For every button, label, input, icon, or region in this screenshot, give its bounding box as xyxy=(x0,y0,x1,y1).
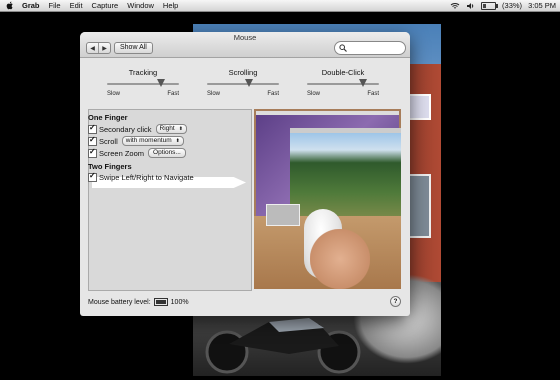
swipe-checkbox[interactable] xyxy=(88,171,97,182)
scrolling-label: Scrolling xyxy=(228,68,258,77)
popup-arrows-icon: ⬍ xyxy=(175,138,180,144)
menu-window[interactable]: Window xyxy=(127,1,154,10)
window-titlebar[interactable]: Mouse ◀ ▶ Show All xyxy=(80,32,410,58)
battery-status-icon[interactable] xyxy=(481,1,499,10)
menu-bar: Grab File Edit Capture Window Help (33%)… xyxy=(0,0,560,12)
search-field[interactable] xyxy=(334,41,406,55)
screen-zoom-row: Screen Zoom Options... xyxy=(88,147,186,158)
one-finger-heading: One Finger xyxy=(88,113,128,122)
secondary-click-checkbox[interactable] xyxy=(88,123,97,134)
swipe-label[interactable]: Swipe Left/Right to Navigate xyxy=(99,173,194,182)
scrolling-max: Fast xyxy=(267,91,279,97)
two-fingers-heading: Two Fingers xyxy=(88,162,132,171)
screen-zoom-label[interactable]: Screen Zoom xyxy=(99,149,144,158)
tracking-slider[interactable]: Tracking Slow Fast xyxy=(107,68,179,97)
mouse-preferences-window: Mouse ◀ ▶ Show All Tracking Slow Fast Scr… xyxy=(80,32,410,316)
popup-arrows-icon: ⬍ xyxy=(178,126,183,132)
scroll-row: Scroll with momentum⬍ xyxy=(88,135,184,146)
secondary-click-popup[interactable]: Right ⬍ xyxy=(155,124,187,134)
help-button[interactable]: ? xyxy=(390,296,401,307)
double-click-slider[interactable]: Double-Click Slow Fast xyxy=(307,68,379,97)
tracking-max: Fast xyxy=(167,91,179,97)
tracking-min: Slow xyxy=(107,91,121,97)
volume-icon[interactable] xyxy=(466,2,475,10)
mouse-battery-icon xyxy=(153,298,168,306)
scrolling-slider[interactable]: Scrolling Slow Fast xyxy=(207,68,279,97)
menu-file[interactable]: File xyxy=(49,1,61,10)
battery-percentage: (33%) xyxy=(502,1,523,10)
show-all-button[interactable]: Show All xyxy=(114,42,153,54)
scrolling-knob[interactable] xyxy=(245,79,253,87)
double-click-label: Double-Click xyxy=(321,68,365,77)
swipe-row: Swipe Left/Right to Navigate xyxy=(88,171,194,182)
menu-capture[interactable]: Capture xyxy=(92,1,119,10)
menu-help[interactable]: Help xyxy=(163,1,178,10)
wifi-icon[interactable] xyxy=(450,2,460,10)
gesture-preview-video xyxy=(254,109,401,289)
secondary-click-value: Right xyxy=(159,125,175,132)
mouse-battery-status: Mouse battery level: 100% xyxy=(88,298,189,306)
battery-value: 100% xyxy=(170,298,189,306)
scrolling-min: Slow xyxy=(207,91,221,97)
menu-app-name[interactable]: Grab xyxy=(22,1,40,10)
menu-clock[interactable]: 3:05 PM xyxy=(528,1,556,10)
apple-menu-icon[interactable] xyxy=(6,1,14,10)
menu-edit[interactable]: Edit xyxy=(70,1,83,10)
secondary-click-label[interactable]: Secondary click xyxy=(99,125,152,134)
scroll-checkbox[interactable] xyxy=(88,135,97,146)
scroll-value: with momentum xyxy=(125,137,172,144)
search-icon xyxy=(339,44,347,52)
double-click-max: Fast xyxy=(367,91,379,97)
battery-label: Mouse battery level: xyxy=(88,298,151,306)
scroll-popup[interactable]: with momentum ⬍ xyxy=(121,136,184,146)
tracking-knob[interactable] xyxy=(157,79,165,87)
double-click-knob[interactable] xyxy=(359,79,367,87)
secondary-click-row: Secondary click Right⬍ xyxy=(88,123,187,134)
nav-buttons: ◀ ▶ xyxy=(86,42,111,54)
screen-zoom-checkbox[interactable] xyxy=(88,147,97,158)
scroll-label[interactable]: Scroll xyxy=(99,137,118,146)
back-button[interactable]: ◀ xyxy=(87,43,98,53)
speed-sliders: Tracking Slow Fast Scrolling Slow Fast Dou… xyxy=(80,68,410,104)
tracking-label: Tracking xyxy=(128,68,158,77)
screen-zoom-options-button[interactable]: Options... xyxy=(148,148,186,158)
forward-button[interactable]: ▶ xyxy=(98,43,110,53)
double-click-min: Slow xyxy=(307,91,321,97)
